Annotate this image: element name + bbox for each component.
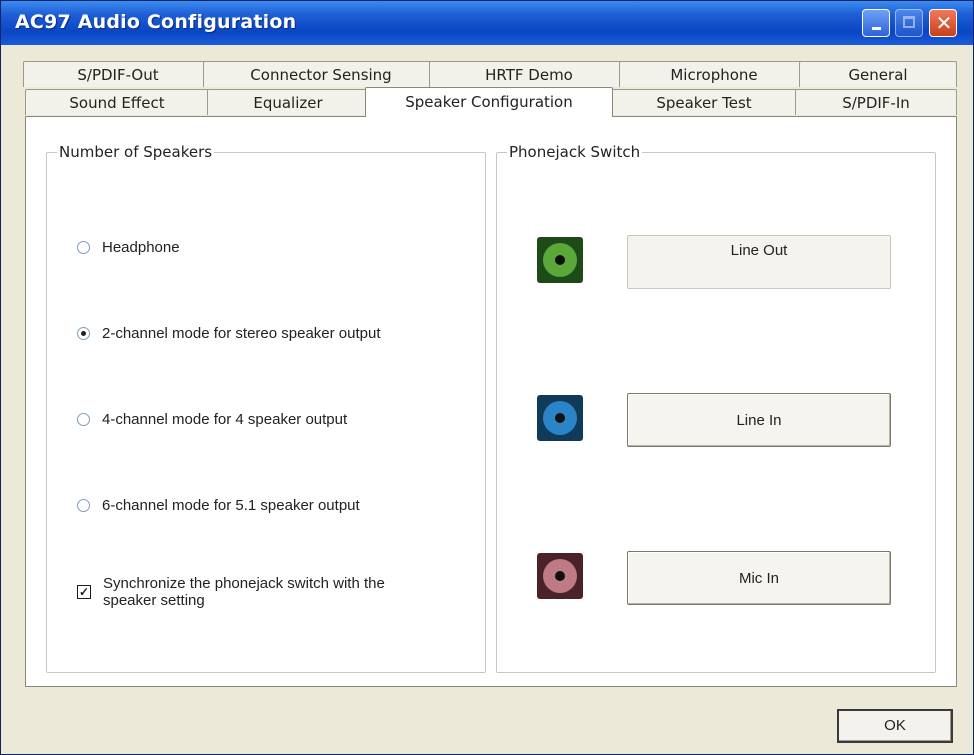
tab-spdif-in[interactable]: S/PDIF-In — [795, 89, 957, 115]
six-channel-label: 6-channel mode for 5.1 speaker output — [102, 497, 360, 514]
tab-speaker-configuration[interactable]: Speaker Configuration — [365, 87, 613, 117]
minimize-icon — [872, 27, 881, 30]
ac97-window: AC97 Audio Configuration ✕ S/PDIF-Out Co… — [0, 0, 974, 755]
line-in-label: Line In — [736, 411, 782, 429]
phonejack-switch-group: Phonejack Switch Line Out Line In Mic In — [496, 143, 936, 673]
headphone-option[interactable]: Headphone — [77, 239, 180, 256]
headphone-radio[interactable] — [77, 241, 90, 254]
tab-spdif-out[interactable]: S/PDIF-Out — [23, 61, 213, 87]
two-channel-label: 2-channel mode for stereo speaker output — [102, 325, 381, 342]
minimize-button[interactable] — [862, 9, 890, 37]
close-button[interactable]: ✕ — [929, 9, 957, 37]
close-icon: ✕ — [935, 11, 953, 35]
sync-phonejack-checkbox[interactable]: ✓ — [77, 585, 91, 599]
six-channel-radio[interactable] — [77, 499, 90, 512]
maximize-icon — [903, 16, 915, 28]
line-out-button[interactable]: Line Out — [627, 235, 891, 289]
tab-sound-effect[interactable]: Sound Effect — [25, 89, 209, 115]
four-channel-option[interactable]: 4-channel mode for 4 speaker output — [77, 411, 347, 428]
window-title: AC97 Audio Configuration — [15, 11, 297, 33]
two-channel-option[interactable]: 2-channel mode for stereo speaker output — [77, 325, 381, 342]
mic-in-button[interactable]: Mic In — [627, 551, 891, 605]
four-channel-label: 4-channel mode for 4 speaker output — [102, 411, 348, 428]
blue-jack-icon — [537, 395, 583, 441]
number-of-speakers-legend: Number of Speakers — [59, 143, 213, 161]
sync-label-line1: Synchronize the phonejack switch with th… — [103, 575, 385, 592]
tab-general[interactable]: General — [799, 61, 957, 87]
tab-connector-sensing[interactable]: Connector Sensing — [203, 61, 439, 87]
two-channel-radio[interactable] — [77, 327, 90, 340]
phonejack-switch-legend: Phonejack Switch — [509, 143, 641, 161]
sync-phonejack-label: Synchronize the phonejack switch with th… — [103, 575, 385, 609]
sync-label-line2: speaker setting — [103, 592, 205, 609]
speaker-configuration-panel: Number of Speakers Headphone 2-channel m… — [25, 116, 957, 687]
title-bar[interactable]: AC97 Audio Configuration ✕ — [1, 1, 973, 45]
maximize-button[interactable] — [895, 9, 923, 37]
ok-button[interactable]: OK — [837, 709, 953, 743]
tab-microphone[interactable]: Microphone — [619, 61, 809, 87]
headphone-label: Headphone — [102, 239, 180, 256]
green-jack-icon — [537, 237, 583, 283]
sync-phonejack-option[interactable]: ✓ Synchronize the phonejack switch with … — [77, 575, 385, 609]
four-channel-radio[interactable] — [77, 413, 90, 426]
number-of-speakers-group: Number of Speakers Headphone 2-channel m… — [46, 143, 486, 673]
tab-hrtf-demo[interactable]: HRTF Demo — [429, 61, 629, 87]
line-in-button[interactable]: Line In — [627, 393, 891, 447]
mic-in-label: Mic In — [738, 569, 779, 587]
line-out-label: Line Out — [730, 242, 788, 259]
pink-jack-icon — [537, 553, 583, 599]
tab-equalizer[interactable]: Equalizer — [207, 89, 369, 115]
tab-speaker-test[interactable]: Speaker Test — [611, 89, 797, 115]
six-channel-option[interactable]: 6-channel mode for 5.1 speaker output — [77, 497, 360, 514]
